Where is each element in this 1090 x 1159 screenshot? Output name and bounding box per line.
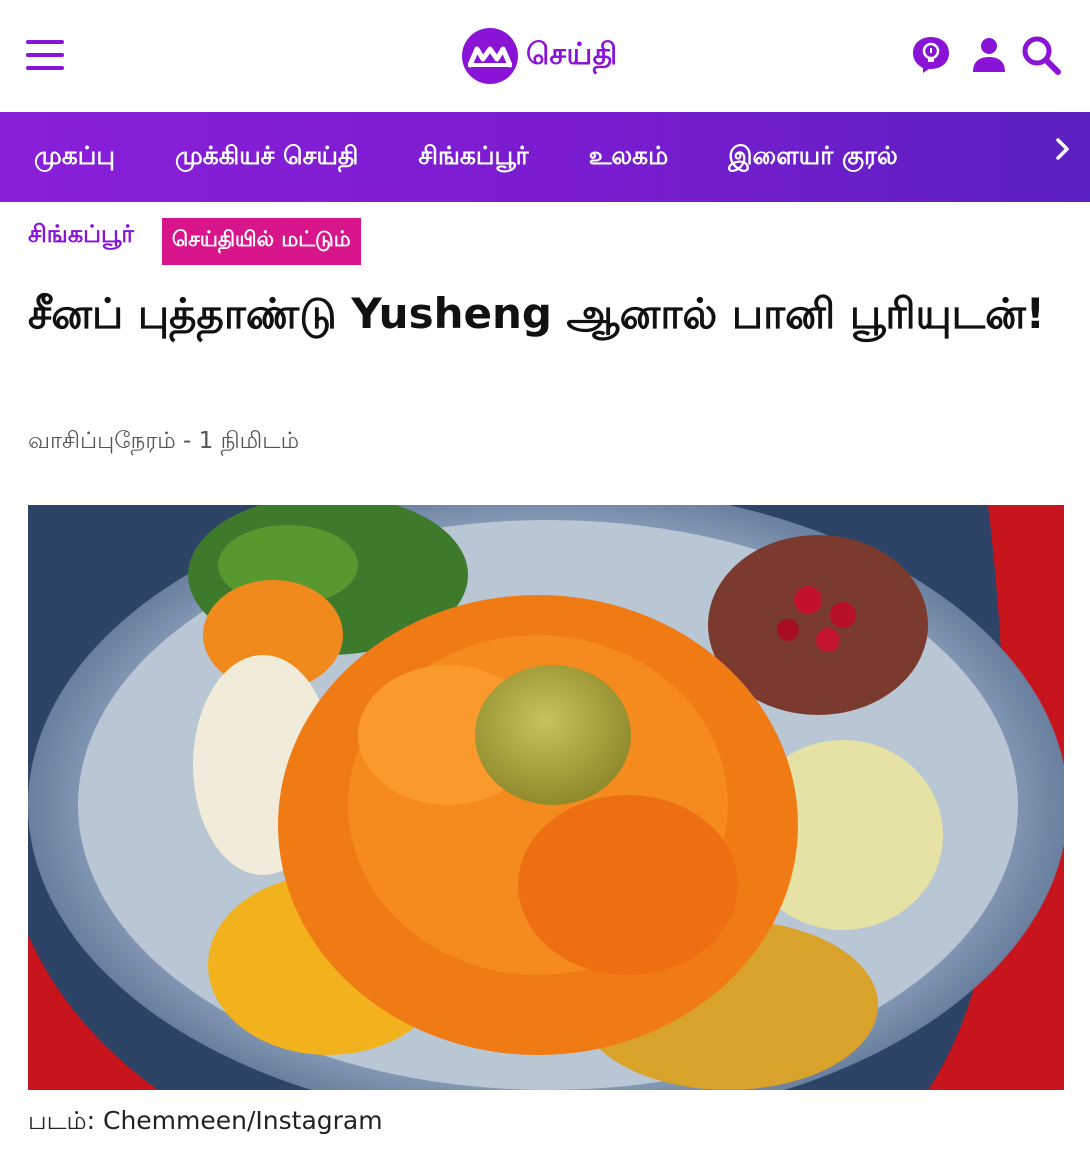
article-title: சீனப் புத்தாண்டு Yusheng ஆனால் பானி பூரி… [28, 289, 1045, 338]
site-logo[interactable]: செய்தி [462, 28, 618, 84]
image-caption: படம்: Chemmeen/Instagram [28, 1106, 383, 1135]
article-hero-image [28, 505, 1064, 1090]
chevron-right-icon[interactable] [1050, 134, 1076, 164]
user-icon[interactable] [968, 34, 1010, 76]
logo-text: செய்தி [526, 36, 618, 72]
section-link[interactable]: சிங்கப்பூர் [28, 220, 134, 251]
lightbulb-icon[interactable] [910, 34, 952, 76]
section-navbar: முகப்பு முக்கியச் செய்தி சிங்கப்பூர் உலக… [0, 112, 1090, 202]
article-tags: சிங்கப்பூர் செய்தியில் மட்டும் [28, 218, 361, 265]
nav-item-singapore[interactable]: சிங்கப்பூர் [418, 141, 528, 174]
site-header: செய்தி [0, 0, 1090, 112]
nav-item-youth[interactable]: இளையர் குரல் [728, 141, 897, 174]
nav-item-top-news[interactable]: முக்கியச் செய்தி [175, 141, 358, 174]
logo-mark-icon [462, 28, 518, 84]
nav-item-home[interactable]: முகப்பு [34, 141, 115, 174]
exclusive-badge: செய்தியில் மட்டும் [161, 218, 361, 265]
search-icon[interactable] [1020, 34, 1062, 76]
nav-items: முகப்பு முக்கியச் செய்தி சிங்கப்பூர் உலக… [34, 112, 958, 202]
read-time: வாசிப்புநேரம் - 1 நிமிடம் [28, 428, 300, 454]
nav-item-world[interactable]: உலகம் [589, 141, 669, 174]
menu-icon[interactable] [26, 38, 66, 72]
